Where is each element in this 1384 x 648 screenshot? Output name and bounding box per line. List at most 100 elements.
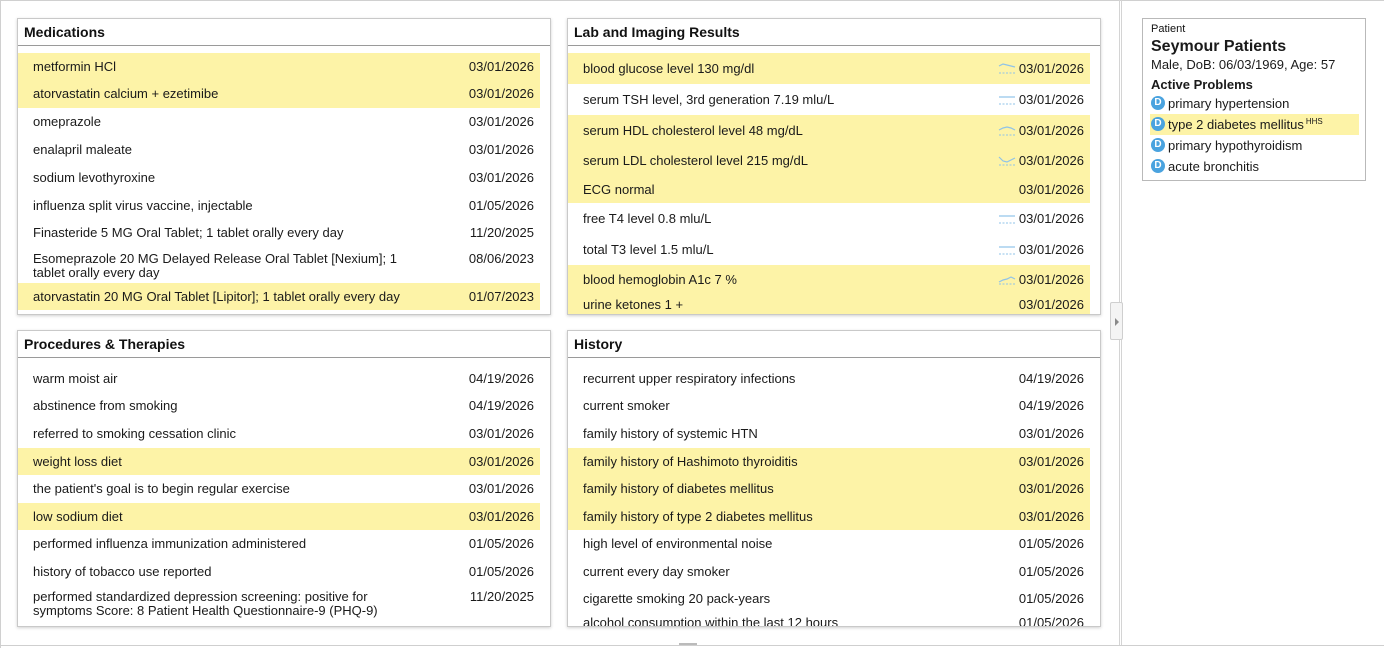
lab-result-row[interactable]: serum HDL cholesterol level 48 mg/dL 03/0…	[568, 115, 1090, 146]
problem-item[interactable]: Dtype 2 diabetes mellitus HHS	[1150, 114, 1359, 135]
problem-item[interactable]: Dacute bronchitis	[1150, 156, 1357, 177]
procedure-row[interactable]: history of tobacco use reported 01/05/202…	[18, 558, 540, 585]
history-item-date: 04/19/2026	[1018, 371, 1084, 386]
medication-row[interactable]: metformin HCl 03/01/2026	[18, 53, 540, 80]
history-item-date: 03/01/2026	[1018, 481, 1084, 496]
trend-down-icon[interactable]	[998, 63, 1016, 75]
lab-results-panel-title: Lab and Imaging Results	[568, 19, 1100, 46]
problem-item[interactable]: Dprimary hypertension	[1150, 93, 1357, 114]
medications-list[interactable]: metformin HCl 03/01/2026 atorvastatin calc…	[18, 53, 540, 310]
history-item-date: 01/05/2026	[1018, 564, 1084, 579]
procedures-list[interactable]: warm moist air 04/19/2026 abstinence from …	[18, 365, 540, 625]
lab-result-row[interactable]: ECG normal 03/01/2026	[568, 176, 1090, 203]
medication-row[interactable]: atorvastatin calcium + ezetimibe 03/01/20…	[18, 80, 540, 108]
procedure-date: 04/19/2026	[468, 371, 534, 386]
medication-name: enalapril maleate	[33, 142, 133, 157]
lab-result-row[interactable]: free T4 level 0.8 mlu/L 03/01/2026	[568, 203, 1090, 234]
procedure-row[interactable]: the patient's goal is to begin regular e…	[18, 475, 540, 503]
procedure-row[interactable]: warm moist air 04/19/2026	[18, 365, 540, 392]
lab-result-date: 03/01/2026	[1018, 211, 1084, 226]
lab-result-date: 03/01/2026	[1018, 242, 1084, 257]
trend-wave-icon[interactable]	[998, 125, 1016, 137]
lab-result-date: 03/01/2026	[1018, 182, 1084, 197]
procedure-row[interactable]: performed standardized depression screen…	[18, 585, 540, 625]
history-item-row[interactable]: recurrent upper respiratory infections 04…	[568, 365, 1090, 392]
lab-result-row[interactable]: blood hemoglobin A1c 7 % 03/01/2026	[568, 265, 1090, 295]
left-border	[0, 0, 1, 648]
history-item-name: high level of environmental noise	[583, 536, 773, 551]
trend-flat-icon[interactable]	[998, 244, 1016, 256]
trend-flat-icon[interactable]	[998, 94, 1016, 106]
patient-label: Patient	[1151, 23, 1186, 35]
trend-flat-icon[interactable]	[998, 213, 1016, 225]
medication-name: atorvastatin 20 MG Oral Tablet [Lipitor]…	[33, 289, 400, 304]
procedure-row[interactable]: low sodium diet 03/01/2026	[18, 503, 540, 530]
medication-row[interactable]: Finasteride 5 MG Oral Tablet; 1 tablet o…	[18, 219, 540, 247]
history-item-row[interactable]: alcohol consumption within the last 12 h…	[568, 613, 1090, 627]
medication-date: 01/05/2026	[468, 198, 534, 213]
medication-row[interactable]: atorvastatin 20 MG Oral Tablet [Lipitor]…	[18, 283, 540, 310]
lab-result-name: urine ketones 1 +	[583, 297, 684, 312]
medication-date: 01/07/2023	[468, 289, 534, 304]
lab-result-date: 03/01/2026	[1018, 297, 1084, 312]
clinical-summary-page: Medications metformin HCl 03/01/2026 atorv…	[0, 0, 1384, 648]
procedure-date: 03/01/2026	[468, 481, 534, 496]
history-item-row[interactable]: family history of systemic HTN 03/01/2026	[568, 420, 1090, 448]
procedure-date: 03/01/2026	[468, 426, 534, 441]
medication-name: sodium levothyroxine	[33, 170, 156, 185]
procedures-panel: Procedures & Therapies warm moist air 04/…	[17, 330, 551, 627]
history-item-name: family history of Hashimoto thyroiditis	[583, 454, 798, 469]
history-item-row[interactable]: current smoker 04/19/2026	[568, 392, 1090, 420]
lab-result-row[interactable]: total T3 level 1.5 mlu/L 03/01/2026	[568, 234, 1090, 265]
procedure-row[interactable]: weight loss diet 03/01/2026	[18, 448, 540, 475]
history-item-date: 04/19/2026	[1018, 398, 1084, 413]
problem-item[interactable]: Dprimary hypothyroidism	[1150, 135, 1357, 156]
history-item-row[interactable]: cigarette smoking 20 pack-years 01/05/202…	[568, 585, 1090, 613]
medication-row[interactable]: omeprazole 03/01/2026	[18, 108, 540, 136]
history-item-row[interactable]: family history of diabetes mellitus 03/01…	[568, 475, 1090, 503]
procedure-row[interactable]: performed influenza immunization adminis…	[18, 530, 540, 558]
procedure-date: 04/19/2026	[468, 398, 534, 413]
history-item-date: 03/01/2026	[1018, 509, 1084, 524]
top-border	[0, 0, 1384, 1]
lab-result-row[interactable]: serum LDL cholesterol level 215 mg/dL 03/…	[568, 146, 1090, 176]
medication-date: 03/01/2026	[468, 86, 534, 101]
procedure-date: 11/20/2025	[469, 589, 534, 604]
procedure-name: low sodium diet	[33, 509, 123, 524]
problem-name: acute bronchitis	[1168, 159, 1260, 174]
medication-date: 03/01/2026	[468, 142, 534, 157]
history-panel-title: History	[568, 331, 1100, 358]
history-item-row[interactable]: high level of environmental noise 01/05/2…	[568, 530, 1090, 558]
history-list[interactable]: recurrent upper respiratory infections 04…	[568, 365, 1090, 627]
active-problems-heading: Active Problems	[1151, 77, 1253, 92]
lab-result-row[interactable]: blood glucose level 130 mg/dl 03/01/2026	[568, 53, 1090, 84]
trend-up-icon[interactable]	[998, 274, 1016, 286]
chevron-right-icon	[1115, 318, 1119, 326]
medication-row[interactable]: sodium levothyroxine 03/01/2026	[18, 164, 540, 192]
lab-results-list[interactable]: blood glucose level 130 mg/dl 03/01/2026 s…	[568, 53, 1090, 314]
history-item-row[interactable]: family history of type 2 diabetes mellit…	[568, 503, 1090, 530]
history-item-row[interactable]: current every day smoker 01/05/2026	[568, 558, 1090, 585]
procedure-row[interactable]: referred to smoking cessation clinic 03/0…	[18, 420, 540, 448]
problem-superscript: HHS	[1305, 116, 1323, 126]
lab-result-date: 03/01/2026	[1018, 272, 1084, 287]
lab-result-row[interactable]: urine ketones 1 + 03/01/2026	[568, 295, 1090, 314]
patient-demographics: Male, DoB: 06/03/1969, Age: 57	[1151, 57, 1336, 72]
medication-name: omeprazole	[33, 114, 101, 129]
collapse-pane-button[interactable]	[1110, 302, 1123, 340]
patient-name[interactable]: Seymour Patients	[1151, 37, 1357, 57]
trend-dip-icon[interactable]	[998, 155, 1016, 167]
procedure-row[interactable]: abstinence from smoking 04/19/2026	[18, 392, 540, 420]
history-item-row[interactable]: family history of Hashimoto thyroiditis 0…	[568, 448, 1090, 475]
procedure-name: abstinence from smoking	[33, 398, 178, 413]
procedure-name: history of tobacco use reported	[33, 564, 212, 579]
medication-row[interactable]: influenza split virus vaccine, injectabl…	[18, 192, 540, 219]
resize-grip-icon[interactable]	[679, 643, 697, 645]
medication-row[interactable]: Esomeprazole 20 MG Delayed Release Oral …	[18, 247, 540, 283]
medications-panel-title: Medications	[18, 19, 550, 46]
lab-result-row[interactable]: serum TSH level, 3rd generation 7.19 mlu…	[568, 84, 1090, 115]
diagnosis-icon: D	[1151, 159, 1165, 173]
medication-date: 03/01/2026	[468, 170, 534, 185]
medication-row[interactable]: enalapril maleate 03/01/2026	[18, 136, 540, 164]
history-item-date: 01/05/2026	[1018, 615, 1084, 627]
